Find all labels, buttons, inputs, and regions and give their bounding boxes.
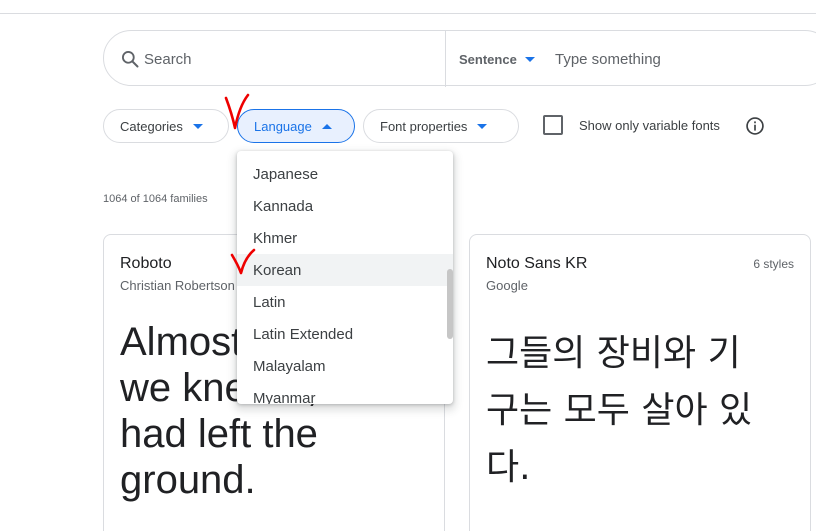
caret-down-icon <box>477 123 488 129</box>
sample-line: 그들의 장비와 기 <box>486 333 741 374</box>
search-icon <box>122 51 139 68</box>
language-option-malayalam[interactable]: Malayalam <box>237 350 453 382</box>
language-option-latin[interactable]: Latin <box>237 286 453 318</box>
sample-line: ground. <box>120 458 256 502</box>
sample-line: 다. <box>486 447 531 488</box>
language-option-khmer[interactable]: Khmer <box>237 222 453 254</box>
font-card-noto-sans-kr[interactable]: Noto Sans KR Google 6 styles 그들의 장비와 기 구… <box>469 234 811 531</box>
font-card-author: Christian Robertson <box>120 278 235 293</box>
search-input[interactable] <box>144 48 434 70</box>
preview-mode-select[interactable]: Sentence <box>459 49 535 69</box>
variable-fonts-label: Show only variable fonts <box>579 117 720 133</box>
font-card-name: Noto Sans KR <box>486 255 588 272</box>
language-filter-button[interactable]: Language <box>237 109 355 143</box>
info-icon[interactable] <box>745 116 765 136</box>
font-card-name: Roboto <box>120 255 172 272</box>
caret-up-icon <box>321 123 332 129</box>
language-filter-label: Language <box>254 118 312 134</box>
search-bar: Sentence <box>103 30 816 87</box>
caret-down-icon <box>524 56 535 62</box>
preview-mode-label: Sentence <box>459 51 517 67</box>
caret-down-icon <box>192 123 203 129</box>
language-option-korean[interactable]: Korean <box>237 254 453 286</box>
variable-fonts-toggle: Show only variable fonts <box>543 115 720 135</box>
menu-scrollbar[interactable] <box>447 269 453 339</box>
search-divider <box>445 31 446 87</box>
font-card-author: Google <box>486 278 528 293</box>
font-card-sample: 그들의 장비와 기 구는 모두 살아 있 다. <box>486 325 796 496</box>
language-option-japanese[interactable]: Japanese <box>237 158 453 190</box>
preview-text-input[interactable] <box>555 48 815 70</box>
language-dropdown-menu: Japanese Kannada Khmer Korean Latin Lati… <box>237 151 453 404</box>
font-card-style-count: 6 styles <box>753 257 794 271</box>
language-option-latin-extended[interactable]: Latin Extended <box>237 318 453 350</box>
variable-fonts-checkbox[interactable] <box>543 115 563 135</box>
font-properties-filter-button[interactable]: Font properties <box>363 109 519 143</box>
sample-line: 구는 모두 살아 있 <box>486 390 753 431</box>
family-count: 1064 of 1064 families <box>103 193 208 205</box>
categories-filter-button[interactable]: Categories <box>103 109 229 143</box>
language-options-list: Japanese Kannada Khmer Korean Latin Lati… <box>237 158 453 404</box>
language-option-kannada[interactable]: Kannada <box>237 190 453 222</box>
language-option-myanmar[interactable]: Myanmar <box>237 382 453 405</box>
font-properties-filter-label: Font properties <box>380 118 468 134</box>
sample-line: had left the <box>120 412 318 456</box>
top-divider <box>0 13 816 14</box>
categories-filter-label: Categories <box>120 118 183 134</box>
